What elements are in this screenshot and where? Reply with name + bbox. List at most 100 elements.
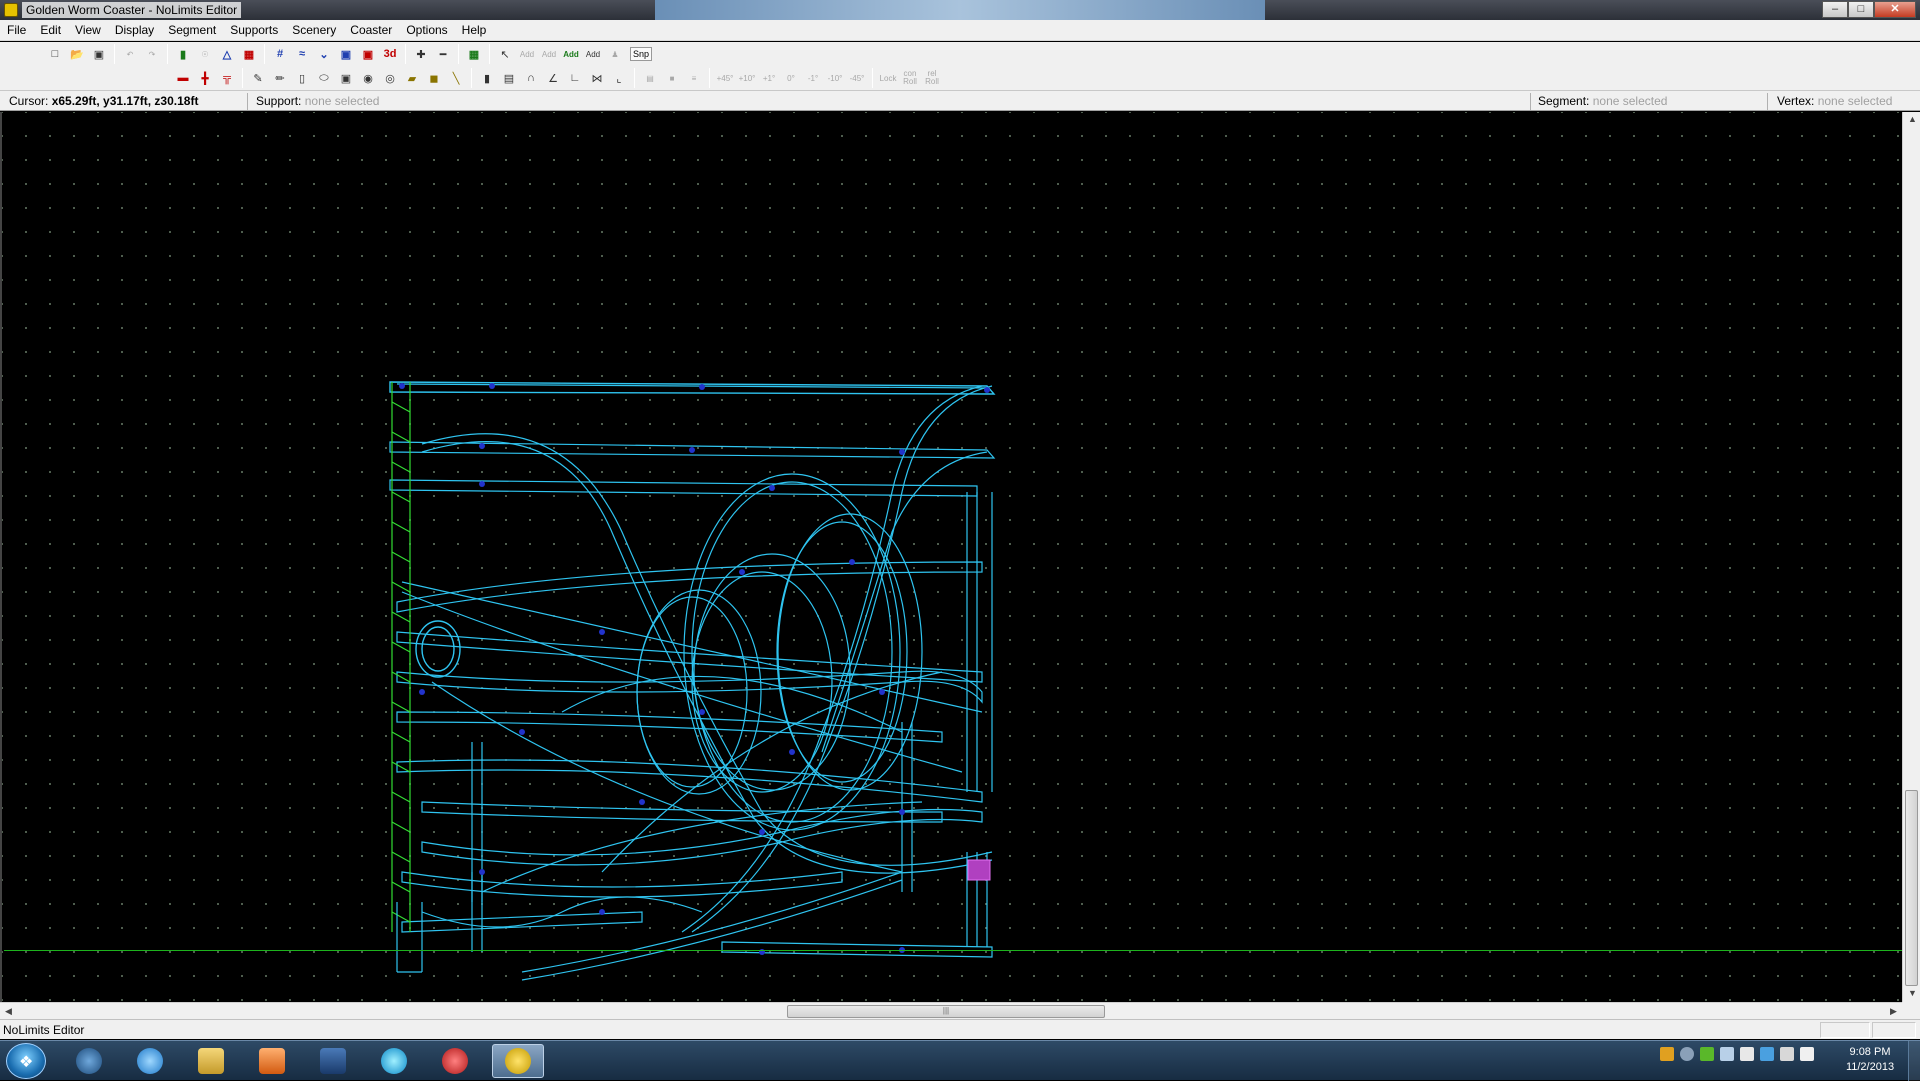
car-icon[interactable]: ▣ xyxy=(357,43,379,65)
triangle-icon[interactable]: △ xyxy=(216,43,238,65)
editor-viewport[interactable] xyxy=(0,112,1904,1002)
window-titlebar[interactable]: Golden Worm Coaster - NoLimits Editor – … xyxy=(0,0,1920,20)
add-support-button[interactable]: Add xyxy=(560,43,582,65)
taskbar-app-browser-orb[interactable] xyxy=(368,1044,420,1078)
support-tool-3-icon[interactable]: ╦ xyxy=(216,67,238,89)
menu-help[interactable]: Help xyxy=(455,20,494,41)
tray-display-icon[interactable] xyxy=(1760,1047,1774,1061)
lift-support-structure[interactable] xyxy=(391,382,411,932)
brace-icon[interactable]: ∠ xyxy=(542,67,564,89)
bank-zero-button[interactable]: 0° xyxy=(780,67,802,89)
taskbar-app-hp[interactable] xyxy=(63,1044,115,1078)
select-pointer-icon[interactable]: ↖ xyxy=(494,43,516,65)
person-icon[interactable]: ♟ xyxy=(604,43,626,65)
test-ride-icon[interactable]: ▮ xyxy=(172,43,194,65)
menu-options[interactable]: Options xyxy=(399,20,454,41)
tray-signal-icon[interactable] xyxy=(1800,1047,1814,1061)
horizontal-scroll-thumb[interactable]: ||| xyxy=(787,1005,1105,1018)
plank-icon[interactable]: ▰ xyxy=(401,67,423,89)
arch-icon[interactable]: ∩ xyxy=(520,67,542,89)
menu-supports[interactable]: Supports xyxy=(223,20,285,41)
horizontal-scrollbar[interactable]: ◀ ||| ▶ xyxy=(0,1002,1902,1019)
save-icon[interactable]: ▣ xyxy=(88,43,110,65)
beam-icon[interactable]: ╲ xyxy=(445,67,467,89)
snap-button[interactable]: Snp xyxy=(630,47,653,61)
rel-roll-button[interactable]: rel Roll xyxy=(921,67,943,89)
train-icon[interactable]: ▣ xyxy=(335,43,357,65)
con-roll-button[interactable]: con Roll xyxy=(899,67,921,89)
footer-icon[interactable]: ▮ xyxy=(476,67,498,89)
scroll-up-icon[interactable]: ▲ xyxy=(1908,114,1917,124)
station-marker[interactable] xyxy=(967,859,991,881)
pillar-round-icon[interactable]: ⬭ xyxy=(313,67,335,89)
track-segments[interactable] xyxy=(389,381,996,981)
start-button[interactable]: ❖ xyxy=(6,1043,46,1079)
show-desktop-button[interactable] xyxy=(1908,1041,1920,1081)
undo-icon[interactable]: ↶ xyxy=(119,43,141,65)
taskbar-app-media-player[interactable] xyxy=(246,1044,298,1078)
menu-coaster[interactable]: Coaster xyxy=(343,20,399,41)
scroll-down-icon[interactable]: ▼ xyxy=(1908,988,1917,998)
disc-flat-icon[interactable]: ◎ xyxy=(379,67,401,89)
layout-icon[interactable]: ▤ xyxy=(639,67,661,89)
maximize-button[interactable]: □ xyxy=(1848,1,1874,18)
menu-view[interactable]: View xyxy=(68,20,108,41)
add-segment-button[interactable]: Add xyxy=(538,43,560,65)
taskbar-app-internet-explorer[interactable] xyxy=(124,1044,176,1078)
chevron-down-icon[interactable]: ⌄ xyxy=(313,43,335,65)
menu-display[interactable]: Display xyxy=(108,20,161,41)
tray-steam-icon[interactable] xyxy=(1680,1047,1694,1061)
bank-minus-45-button[interactable]: -45° xyxy=(846,67,868,89)
taskbar-app-file-explorer[interactable] xyxy=(185,1044,237,1078)
menu-file[interactable]: File xyxy=(0,20,33,41)
align-icon[interactable]: ≡ xyxy=(683,67,705,89)
fill-icon[interactable]: ■ xyxy=(661,67,683,89)
support-tool-2-icon[interactable]: ╋ xyxy=(194,67,216,89)
add-beam-button[interactable]: Add xyxy=(582,43,604,65)
globe-icon[interactable]: ☉ xyxy=(194,43,216,65)
scroll-right-icon[interactable]: ▶ xyxy=(1890,1006,1897,1017)
new-file-icon[interactable]: □ xyxy=(44,43,66,65)
curve-icon[interactable]: ≈ xyxy=(291,43,313,65)
taskbar-app-nolimits-editor[interactable] xyxy=(492,1044,544,1078)
bank-minus-1-button[interactable]: -1° xyxy=(802,67,824,89)
tray-flag-icon[interactable] xyxy=(1740,1047,1754,1061)
cross-brace-icon[interactable]: ⋈ xyxy=(586,67,608,89)
tray-wifi-icon[interactable] xyxy=(1720,1047,1734,1061)
taskbar-app-tasks[interactable] xyxy=(307,1044,359,1078)
column-icon[interactable]: ▤ xyxy=(498,67,520,89)
support-tool-1-icon[interactable]: ▬ xyxy=(172,67,194,89)
minimize-button[interactable]: – xyxy=(1822,1,1848,18)
vertical-scrollbar[interactable]: ▲ ▼ xyxy=(1902,112,1920,1002)
tray-app-icon[interactable] xyxy=(1660,1047,1674,1061)
bank-plus-10-button[interactable]: +10° xyxy=(736,67,758,89)
minus-icon[interactable]: ━ xyxy=(432,43,454,65)
tray-nvidia-icon[interactable] xyxy=(1700,1047,1714,1061)
film-icon[interactable]: ▦ xyxy=(238,43,260,65)
bank-minus-10-button[interactable]: -10° xyxy=(824,67,846,89)
menu-segment[interactable]: Segment xyxy=(161,20,223,41)
redo-icon[interactable]: ↷ xyxy=(141,43,163,65)
bent-brace-icon[interactable]: ∟ xyxy=(564,67,586,89)
scroll-left-icon[interactable]: ◀ xyxy=(5,1006,12,1017)
open-folder-icon[interactable]: 📂 xyxy=(66,43,88,65)
menu-edit[interactable]: Edit xyxy=(33,20,68,41)
menu-scenery[interactable]: Scenery xyxy=(285,20,343,41)
disc-icon[interactable]: ◉ xyxy=(357,67,379,89)
pencil-icon[interactable]: ✎ xyxy=(247,67,269,89)
corner-brace-icon[interactable]: ⌞ xyxy=(608,67,630,89)
3d-view-button[interactable]: 3d xyxy=(379,43,401,65)
helix-element[interactable] xyxy=(415,620,461,678)
bank-plus-45-button[interactable]: +45° xyxy=(714,67,736,89)
move-icon[interactable]: ✚ xyxy=(410,43,432,65)
taskbar-app-recorder[interactable] xyxy=(429,1044,481,1078)
bank-plus-1-button[interactable]: +1° xyxy=(758,67,780,89)
close-button[interactable]: ✕ xyxy=(1874,1,1916,18)
double-pencil-icon[interactable]: ✏ xyxy=(269,67,291,89)
add-vertex-button[interactable]: Add xyxy=(516,43,538,65)
cylinder-icon[interactable]: ▣ xyxy=(335,67,357,89)
taskbar-clock[interactable]: 9:08 PM 11/2/2013 xyxy=(1830,1045,1910,1075)
coaster-wireframe[interactable] xyxy=(2,112,1904,1002)
block-icon[interactable]: ◼ xyxy=(423,67,445,89)
grid-icon[interactable]: # xyxy=(269,43,291,65)
